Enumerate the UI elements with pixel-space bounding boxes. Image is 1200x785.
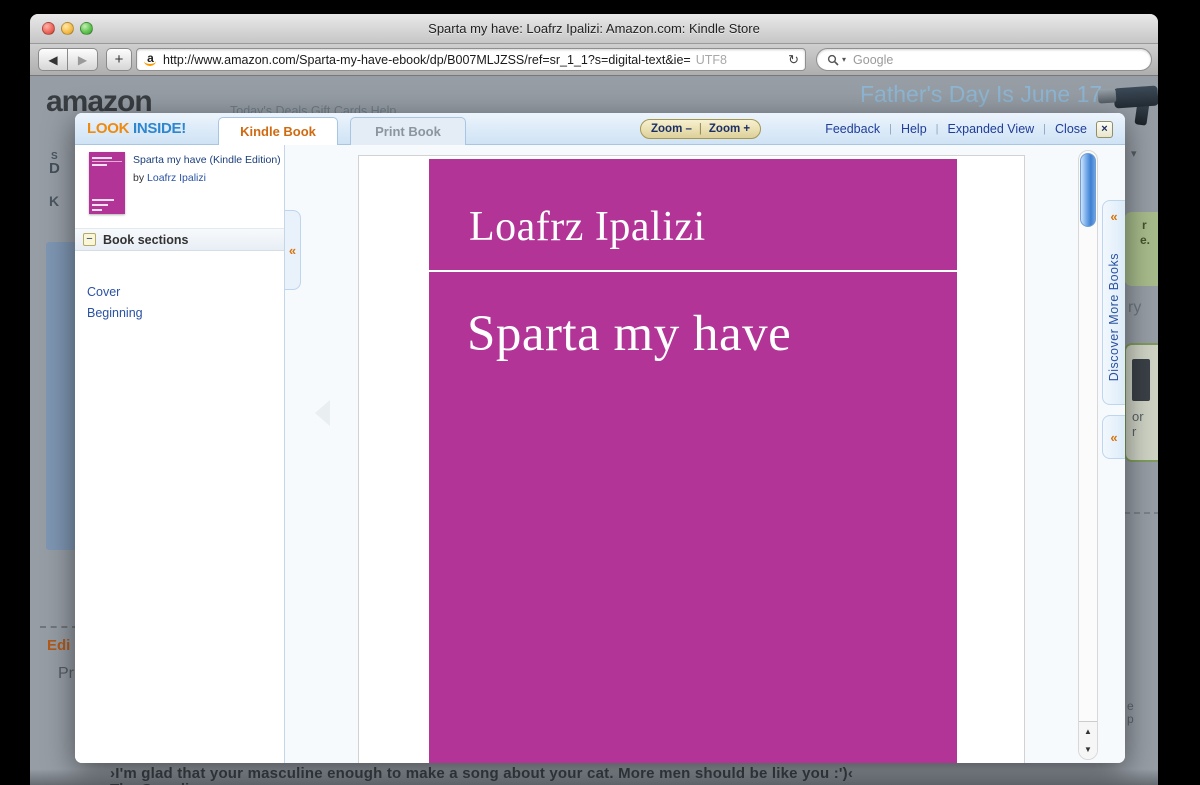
look-inside-sidebar: Sparta my have (Kindle Edition) by Loafr… bbox=[75, 145, 285, 763]
right-rail-green-box-2 bbox=[1124, 343, 1158, 462]
editorial-reviews-fragment: Edi bbox=[47, 637, 70, 654]
separator: | bbox=[936, 123, 939, 135]
separator: | bbox=[1043, 123, 1046, 135]
book-cover-image: Loafrz Ipalizi Sparta my have bbox=[429, 159, 957, 763]
history-buttons: ◀ ▶ bbox=[38, 48, 98, 71]
reader-scrollbar[interactable]: ▲ ▼ bbox=[1078, 150, 1098, 760]
right-fragment: r bbox=[1142, 218, 1147, 232]
search-icon bbox=[827, 54, 839, 66]
expanded-view-link[interactable]: Expanded View bbox=[948, 122, 1035, 136]
drill-body-shape bbox=[1113, 85, 1158, 108]
section-link-cover[interactable]: Cover bbox=[87, 285, 120, 299]
book-sections-label: Book sections bbox=[103, 233, 188, 247]
zoom-out-button[interactable]: Zoom – bbox=[651, 123, 692, 135]
discover-more-books-tab[interactable]: « Discover More Books bbox=[1102, 200, 1125, 405]
back-button[interactable]: ◀ bbox=[38, 48, 68, 71]
right-fragment: ry bbox=[1128, 299, 1141, 317]
help-link[interactable]: Help bbox=[901, 122, 927, 136]
right-fragment: r bbox=[1132, 424, 1136, 439]
plus-icon: + bbox=[115, 51, 124, 68]
book-sections-bar: − Book sections bbox=[75, 228, 284, 251]
look-inside-dialog: LOOK INSIDE! Kindle Book Print Book Zoom… bbox=[75, 113, 1125, 763]
dept-fragment-d: D bbox=[49, 160, 60, 177]
brand-inside: INSIDE! bbox=[133, 120, 186, 137]
thumb-text-line bbox=[92, 164, 107, 166]
scrollbar-buttons: ▲ ▼ bbox=[1079, 721, 1097, 759]
collapse-chevrons-icon: « bbox=[289, 243, 296, 258]
scroll-down-icon[interactable]: ▼ bbox=[1079, 740, 1097, 759]
collapse-chevrons-icon: « bbox=[1110, 430, 1117, 445]
search-options-caret-icon[interactable]: ▾ bbox=[842, 55, 846, 64]
right-fragment: or bbox=[1132, 409, 1144, 424]
reader-pane: Loafrz Ipalizi Sparta my have ▲ ▼ bbox=[285, 145, 1125, 763]
scroll-up-icon[interactable]: ▲ bbox=[1079, 722, 1097, 741]
author-link[interactable]: Loafrz Ipalizi bbox=[147, 172, 206, 184]
url-text: http://www.amazon.com/Sparta-my-have-ebo… bbox=[163, 53, 691, 67]
separator: | bbox=[699, 123, 702, 135]
desktop: Sparta my have: Loafrz Ipalizi: Amazon.c… bbox=[0, 0, 1200, 785]
separator: | bbox=[889, 123, 892, 135]
new-tab-button[interactable]: + bbox=[106, 48, 132, 71]
previous-page-arrow-icon[interactable] bbox=[315, 400, 330, 426]
book-thumbnail[interactable] bbox=[89, 152, 125, 214]
sidebar-byline: by Loafrz Ipalizi bbox=[133, 172, 206, 184]
collapse-minus-icon[interactable]: − bbox=[83, 233, 96, 246]
address-bar[interactable]: a http://www.amazon.com/Sparta-my-have-e… bbox=[136, 48, 806, 71]
right-fragment: e bbox=[1127, 699, 1134, 713]
window-title: Sparta my have: Loafrz Ipalizi: Amazon.c… bbox=[30, 14, 1158, 44]
sidebar-book-title: Sparta my have (Kindle Edition) bbox=[133, 154, 281, 166]
right-fragment: p bbox=[1127, 712, 1134, 726]
drill-chuck-shape bbox=[1098, 88, 1117, 103]
product-thumb-fragment bbox=[1132, 359, 1150, 401]
zoom-in-button[interactable]: Zoom + bbox=[709, 123, 750, 135]
tab-kindle-book[interactable]: Kindle Book bbox=[218, 117, 338, 145]
search-placeholder: Google bbox=[853, 53, 893, 67]
amazon-favicon-icon: a bbox=[143, 52, 158, 67]
forward-icon: ▶ bbox=[78, 53, 87, 67]
cover-author-text: Loafrz Ipalizi bbox=[469, 203, 706, 251]
dropdown-caret-icon: ▾ bbox=[1131, 147, 1137, 160]
zoom-controls: Zoom – | Zoom + bbox=[640, 119, 761, 139]
dept-fragment-k: K bbox=[49, 193, 59, 209]
back-icon: ◀ bbox=[48, 53, 57, 67]
thumb-text-line bbox=[92, 157, 112, 159]
title-bar[interactable]: Sparta my have: Loafrz Ipalizi: Amazon.c… bbox=[30, 14, 1158, 44]
header-links: Feedback | Help | Expanded View | Close … bbox=[825, 113, 1113, 145]
cover-divider-rule bbox=[429, 270, 957, 272]
price-fragment: Pr bbox=[58, 665, 74, 683]
section-link-beginning[interactable]: Beginning bbox=[87, 306, 143, 320]
book-page: Loafrz Ipalizi Sparta my have bbox=[358, 155, 1025, 763]
right-rail-green-box: r e. bbox=[1124, 212, 1158, 286]
google-search-field[interactable]: ▾ Google bbox=[816, 48, 1152, 71]
discover-more-books-label[interactable]: Discover More Books bbox=[1107, 253, 1121, 381]
url-text-tail: UTF8 bbox=[696, 53, 727, 67]
thumb-text-line bbox=[92, 209, 102, 211]
by-label: by bbox=[133, 172, 147, 184]
right-collapse-handle[interactable]: « bbox=[1102, 415, 1125, 459]
browser-toolbar: ◀ ▶ + a http://www.amazon.com/Sparta-my-… bbox=[30, 44, 1158, 76]
cover-title-text: Sparta my have bbox=[467, 305, 791, 363]
divider-dashed bbox=[1124, 512, 1158, 514]
right-fragment: e. bbox=[1140, 233, 1150, 247]
review-source: The Guardian bbox=[110, 781, 207, 785]
feedback-link[interactable]: Feedback bbox=[825, 122, 880, 136]
thumb-text-line bbox=[92, 199, 114, 201]
browser-window: Sparta my have: Loafrz Ipalizi: Amazon.c… bbox=[30, 14, 1158, 785]
collapse-chevrons-icon: « bbox=[1103, 209, 1125, 224]
look-inside-header: LOOK INSIDE! Kindle Book Print Book Zoom… bbox=[75, 113, 1125, 145]
thumb-text-line bbox=[92, 204, 108, 206]
thumb-divider bbox=[92, 161, 122, 162]
review-quote: ›I'm glad that your masculine enough to … bbox=[110, 765, 853, 782]
close-icon[interactable]: × bbox=[1096, 121, 1113, 138]
fathers-day-promo: Father's Day Is June 17 bbox=[860, 81, 1102, 108]
forward-button[interactable]: ▶ bbox=[68, 48, 98, 71]
reload-icon[interactable]: ↻ bbox=[788, 52, 799, 68]
sidebar-collapse-handle[interactable]: « bbox=[285, 210, 301, 290]
brand-look: LOOK bbox=[87, 120, 129, 137]
look-inside-brand: LOOK INSIDE! bbox=[87, 120, 186, 137]
close-link[interactable]: Close bbox=[1055, 122, 1087, 136]
tab-print-book[interactable]: Print Book bbox=[350, 117, 466, 145]
scrollbar-thumb[interactable] bbox=[1080, 153, 1096, 227]
